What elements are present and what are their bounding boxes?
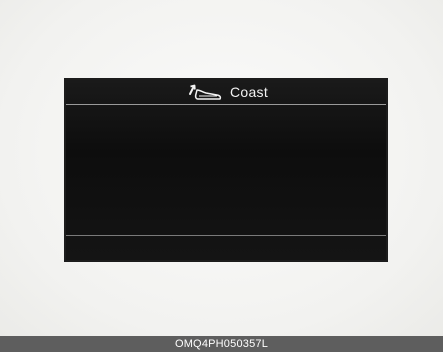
screen-background [66, 80, 386, 260]
drive-mode-label: Coast [229, 84, 269, 100]
display-header: Coast [66, 80, 386, 104]
figure-caption-bar: OMQ4PH050357L [0, 336, 443, 352]
coast-pedal-icon [184, 82, 224, 102]
figure-code: OMQ4PH050357L [174, 338, 269, 350]
header-divider [66, 104, 386, 105]
footer-divider [66, 235, 386, 236]
cluster-display-screen: Coast [66, 80, 386, 260]
